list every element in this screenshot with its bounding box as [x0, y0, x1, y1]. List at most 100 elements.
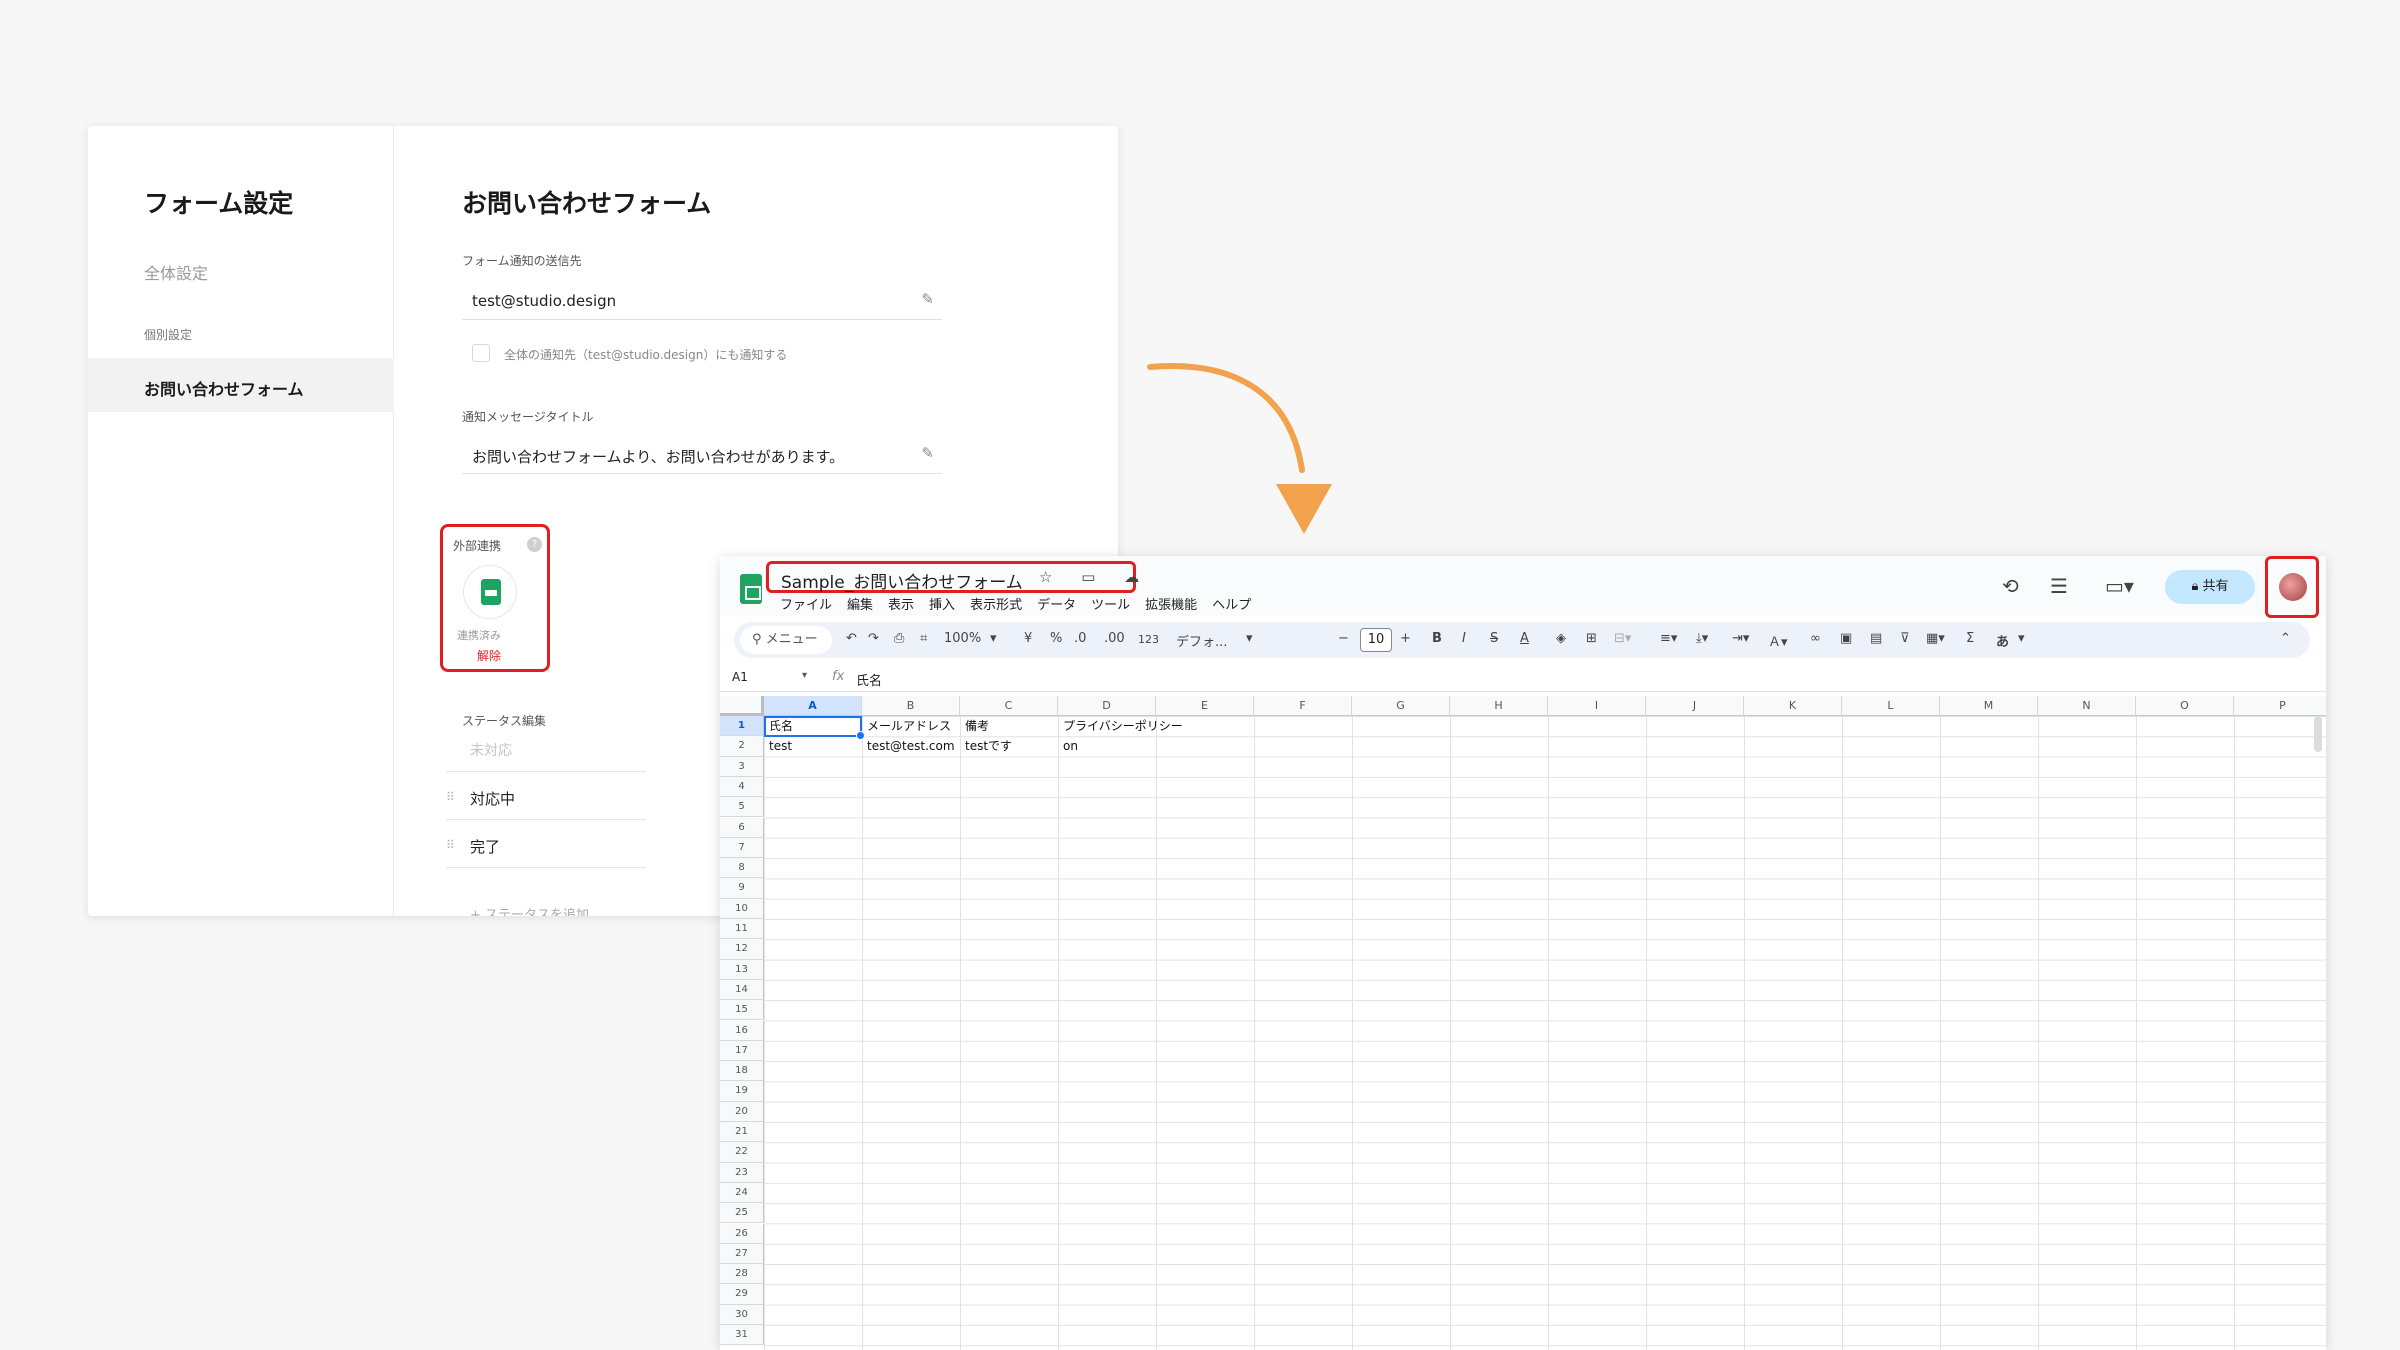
- row-header[interactable]: 1: [720, 716, 764, 737]
- cell-c1[interactable]: 備考: [962, 716, 989, 736]
- column-header[interactable]: I: [1548, 696, 1646, 716]
- merge-cells-icon[interactable]: ⊟▾: [1614, 631, 1631, 646]
- also-notify-checkbox[interactable]: [472, 344, 490, 362]
- cell-b2[interactable]: test@test.com: [864, 736, 955, 756]
- text-rotation-icon[interactable]: Ａ▾: [1768, 631, 1788, 650]
- menu-insert[interactable]: 挿入: [929, 594, 955, 613]
- insert-comment-icon[interactable]: ▣: [1840, 631, 1852, 646]
- column-header[interactable]: F: [1254, 696, 1352, 716]
- strikethrough-button[interactable]: S: [1490, 631, 1498, 646]
- row-header[interactable]: 22: [720, 1142, 764, 1163]
- row-header[interactable]: 9: [720, 878, 764, 899]
- row-header[interactable]: 3: [720, 756, 764, 777]
- column-header[interactable]: D: [1058, 696, 1156, 716]
- column-header[interactable]: C: [960, 696, 1058, 716]
- row-header[interactable]: 4: [720, 776, 764, 798]
- share-button[interactable]: 🔒︎ 共有: [2165, 570, 2255, 604]
- align-icon[interactable]: ≡▾: [1660, 631, 1677, 646]
- row-header[interactable]: 29: [720, 1284, 764, 1305]
- history-icon[interactable]: ⟲: [2002, 574, 2019, 598]
- column-header[interactable]: N: [2038, 696, 2136, 716]
- comment-icon[interactable]: ☰: [2050, 574, 2068, 598]
- row-header[interactable]: 2: [720, 736, 764, 757]
- vertical-align-icon[interactable]: ⤓▾: [1696, 631, 1708, 646]
- column-header[interactable]: E: [1156, 696, 1254, 716]
- select-all-corner[interactable]: [720, 696, 764, 716]
- row-header[interactable]: 20: [720, 1101, 764, 1122]
- row-header[interactable]: 7: [720, 837, 764, 859]
- insert-chart-icon[interactable]: ▤: [1870, 631, 1882, 646]
- name-box[interactable]: A1: [732, 670, 748, 684]
- menu-search[interactable]: ⚲ メニュー: [740, 626, 832, 654]
- row-header[interactable]: 31: [720, 1325, 764, 1346]
- column-header[interactable]: G: [1352, 696, 1450, 716]
- menu-view[interactable]: 表示: [888, 594, 914, 613]
- row-header[interactable]: 12: [720, 939, 764, 960]
- google-sheets-link-button[interactable]: [463, 565, 517, 619]
- row-header[interactable]: 17: [720, 1040, 764, 1062]
- vertical-scrollbar[interactable]: [2314, 716, 2322, 752]
- row-header[interactable]: 23: [720, 1162, 764, 1183]
- row-header[interactable]: 21: [720, 1122, 764, 1143]
- title-actions-icon[interactable]: ☆ ▭ ☁: [1039, 568, 1151, 586]
- meet-icon[interactable]: ▭▾: [2105, 574, 2134, 598]
- column-header[interactable]: P: [2234, 696, 2326, 716]
- zoom-select[interactable]: 100%: [944, 631, 981, 646]
- row-header[interactable]: 24: [720, 1182, 764, 1204]
- cell-d2[interactable]: on: [1060, 736, 1078, 756]
- number-format-button[interactable]: 123: [1138, 633, 1159, 646]
- cell-d1[interactable]: プライバシーポリシー: [1060, 716, 1183, 736]
- menu-help[interactable]: ヘルプ: [1212, 594, 1251, 613]
- bold-button[interactable]: B: [1432, 631, 1442, 646]
- sheets-logo-icon[interactable]: [740, 574, 762, 604]
- chevron-down-icon[interactable]: ▾: [802, 670, 807, 681]
- drag-handle-icon[interactable]: ⠿: [446, 790, 455, 804]
- row-header[interactable]: 10: [720, 898, 764, 919]
- column-header[interactable]: A: [764, 696, 862, 716]
- unlink-button[interactable]: 解除: [477, 647, 501, 664]
- row-header[interactable]: 5: [720, 797, 764, 818]
- message-title-field[interactable]: お問い合わせフォームより、お問い合わせがあります。 ✎: [462, 438, 942, 474]
- cell-b1[interactable]: メールアドレス: [864, 716, 951, 736]
- menu-extensions[interactable]: 拡張機能: [1145, 594, 1197, 613]
- functions-button[interactable]: Σ: [1966, 631, 1974, 646]
- menu-file[interactable]: ファイル: [780, 594, 832, 613]
- row-header[interactable]: 11: [720, 919, 764, 940]
- column-header[interactable]: M: [1940, 696, 2038, 716]
- font-size-input[interactable]: 10: [1360, 628, 1392, 652]
- status-row[interactable]: ⠿ 対応中: [446, 776, 646, 820]
- collapse-toolbar-icon[interactable]: ⌃: [2280, 631, 2291, 646]
- column-header[interactable]: J: [1646, 696, 1744, 716]
- row-header[interactable]: 14: [720, 979, 764, 1001]
- edit-icon[interactable]: ✎: [921, 444, 934, 462]
- status-row[interactable]: ⠿ 完了: [446, 824, 646, 868]
- cell-area[interactable]: [764, 716, 2326, 1350]
- row-header[interactable]: 19: [720, 1081, 764, 1102]
- borders-icon[interactable]: ⊞: [1586, 631, 1597, 646]
- help-icon[interactable]: ?: [527, 537, 542, 552]
- row-header[interactable]: 18: [720, 1061, 764, 1082]
- edit-icon[interactable]: ✎: [921, 290, 934, 308]
- font-select[interactable]: デフォ...: [1176, 631, 1227, 650]
- link-icon[interactable]: ∞: [1810, 631, 1821, 646]
- redo-icon[interactable]: ↷: [868, 631, 879, 646]
- undo-icon[interactable]: ↶: [846, 631, 857, 646]
- add-status-button[interactable]: + ステータスを追加: [470, 904, 589, 916]
- cell-c2[interactable]: testです: [962, 736, 1012, 756]
- filter-views-icon[interactable]: ▦▾: [1926, 631, 1945, 646]
- fill-color-icon[interactable]: ◈: [1556, 631, 1566, 646]
- text-wrap-icon[interactable]: ⇥▾: [1732, 631, 1749, 646]
- avatar[interactable]: [2279, 573, 2307, 601]
- print-icon[interactable]: ⎙: [894, 631, 904, 646]
- menu-edit[interactable]: 編集: [847, 594, 873, 613]
- row-header[interactable]: 25: [720, 1203, 764, 1224]
- row-header[interactable]: 16: [720, 1020, 764, 1041]
- italic-button[interactable]: I: [1462, 631, 1466, 646]
- row-header[interactable]: 13: [720, 959, 764, 980]
- text-color-button[interactable]: A: [1520, 631, 1529, 646]
- row-header[interactable]: 6: [720, 817, 764, 838]
- row-header[interactable]: 26: [720, 1223, 764, 1244]
- notify-email-field[interactable]: test@studio.design ✎: [462, 284, 942, 320]
- nav-item-contact-form[interactable]: お問い合わせフォーム: [88, 358, 394, 412]
- cell-a1[interactable]: 氏名: [766, 716, 793, 736]
